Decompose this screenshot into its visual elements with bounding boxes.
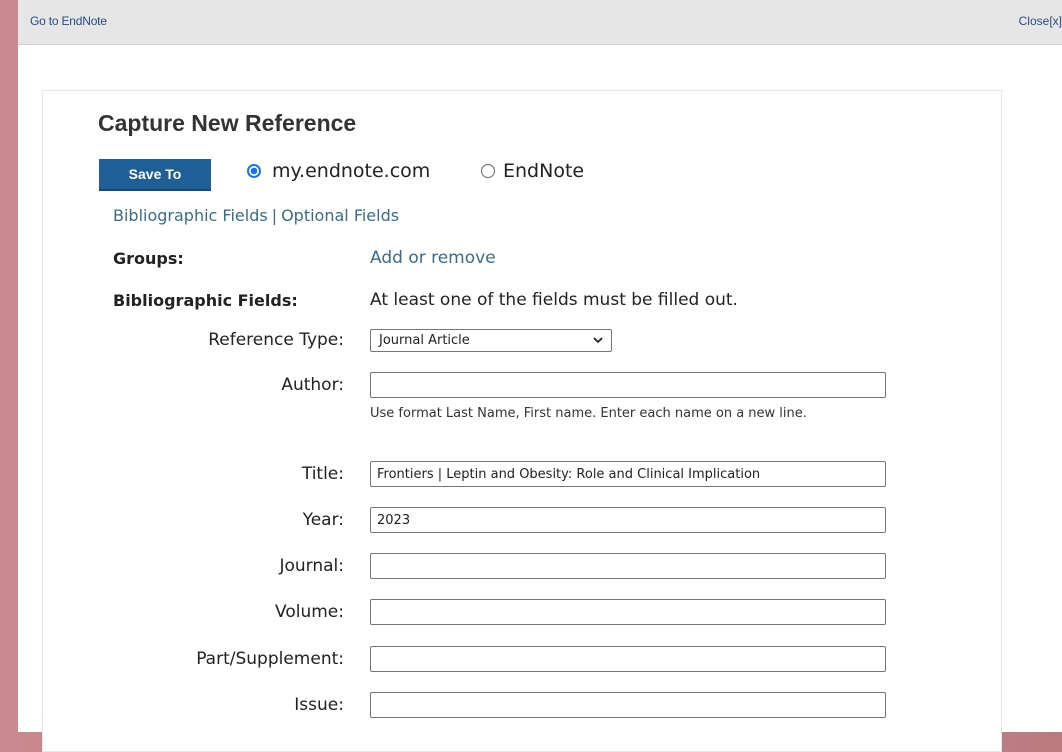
tab-optional-fields[interactable]: Optional Fields: [281, 206, 399, 225]
journal-label: Journal:: [279, 556, 344, 576]
year-field[interactable]: [370, 507, 886, 533]
year-label: Year:: [302, 510, 344, 530]
reference-type-value: Journal Article: [379, 333, 470, 348]
volume-label: Volume:: [275, 602, 344, 622]
bibliographic-fields-note: At least one of the fields must be fille…: [370, 290, 738, 310]
title-label: Title:: [301, 464, 344, 484]
popup-top-bar: Go to EndNote Close[x]: [18, 0, 1062, 45]
part-supplement-label: Part/Supplement:: [196, 649, 344, 669]
author-label: Author:: [281, 375, 344, 395]
part-supplement-field[interactable]: [370, 646, 886, 672]
tab-bibliographic-fields[interactable]: Bibliographic Fields: [113, 206, 268, 225]
volume-field[interactable]: [370, 599, 886, 625]
close-link[interactable]: Close[x]: [1019, 14, 1062, 28]
title-field[interactable]: [370, 461, 886, 487]
tab-separator: |: [271, 206, 278, 225]
author-help-text: Use format Last Name, First name. Enter …: [370, 406, 807, 421]
radio-label-endnote[interactable]: EndNote: [503, 160, 584, 182]
save-to-button[interactable]: Save To: [99, 159, 211, 189]
groups-add-remove-link[interactable]: Add or remove: [370, 248, 496, 268]
groups-label: Groups:: [113, 249, 184, 268]
radio-endnote[interactable]: [481, 164, 495, 178]
author-field[interactable]: [370, 372, 886, 398]
reference-type-select[interactable]: Journal Article: [370, 329, 612, 352]
field-tabs: Bibliographic Fields | Optional Fields: [113, 206, 399, 225]
reference-type-label: Reference Type:: [208, 330, 344, 350]
radio-label-my-endnote[interactable]: my.endnote.com: [272, 160, 430, 182]
radio-my-endnote[interactable]: [247, 164, 261, 178]
issue-field[interactable]: [370, 692, 886, 718]
go-to-endnote-link[interactable]: Go to EndNote: [30, 14, 107, 28]
issue-label: Issue:: [294, 695, 344, 715]
journal-field[interactable]: [370, 553, 886, 579]
page-title: Capture New Reference: [98, 110, 357, 136]
bibliographic-fields-label: Bibliographic Fields:: [113, 291, 298, 310]
chevron-down-icon: [593, 337, 603, 344]
